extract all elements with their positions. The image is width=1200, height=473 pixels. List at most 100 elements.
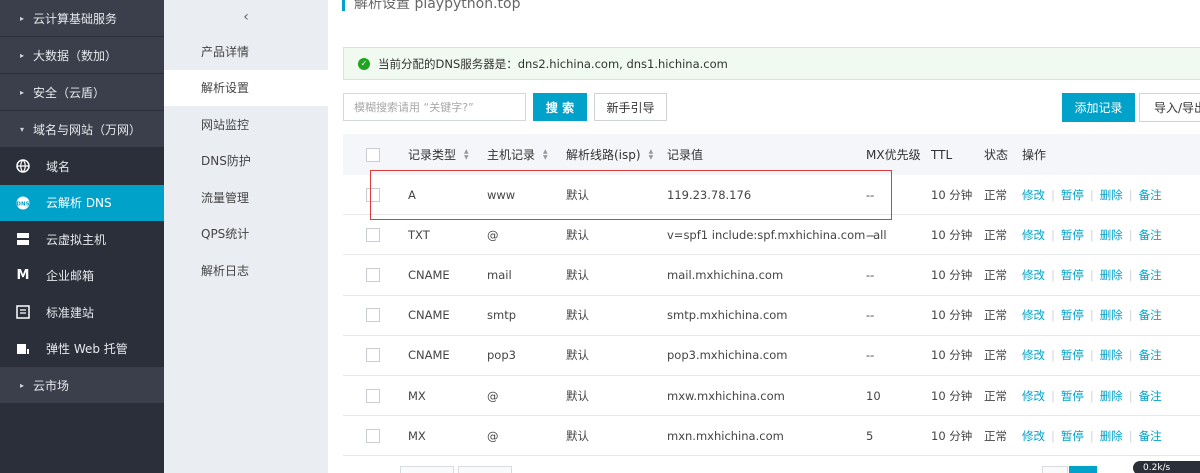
pagination-current[interactable] xyxy=(1069,466,1097,473)
pause-link[interactable]: 暂停 xyxy=(1061,307,1084,323)
delete-link[interactable]: 删除 xyxy=(1100,428,1123,444)
edit-link[interactable]: 修改 xyxy=(1022,307,1045,323)
delete-link[interactable]: 删除 xyxy=(1100,227,1123,243)
sidebar-item-6[interactable]: 云虚拟主机 xyxy=(0,221,164,258)
note-link[interactable]: 备注 xyxy=(1139,187,1162,203)
cell-ttl: 10 分钟 xyxy=(931,428,973,443)
add-record-button[interactable]: 添加记录 xyxy=(1062,93,1135,122)
row-checkbox[interactable] xyxy=(366,376,380,415)
delete-link[interactable]: 删除 xyxy=(1100,267,1123,283)
edit-link[interactable]: 修改 xyxy=(1022,388,1045,404)
sidebar-item-1[interactable]: ▸ 大数据（数加） xyxy=(0,37,164,74)
status-badge: 正常 xyxy=(984,348,1007,363)
edit-link[interactable]: 修改 xyxy=(1022,227,1045,243)
pagination-control[interactable] xyxy=(1042,466,1068,473)
subnav-item-4[interactable]: 流量管理 xyxy=(164,179,328,216)
pause-link[interactable]: 暂停 xyxy=(1061,187,1084,203)
subnav-item-5[interactable]: QPS统计 xyxy=(164,216,328,253)
subnav-item-1[interactable]: 解析设置 xyxy=(164,69,328,106)
pause-link[interactable]: 暂停 xyxy=(1061,388,1084,404)
note-link[interactable]: 备注 xyxy=(1139,428,1162,444)
delete-link[interactable]: 删除 xyxy=(1100,388,1123,404)
cell-ttl: 10 分钟 xyxy=(931,227,973,242)
globe-icon xyxy=(16,159,30,173)
cell-host: @ xyxy=(487,227,499,242)
row-checkbox[interactable] xyxy=(366,296,380,335)
pause-link[interactable]: 暂停 xyxy=(1061,428,1084,444)
highlight-box xyxy=(370,170,892,220)
divider: | xyxy=(1128,348,1133,363)
note-link[interactable]: 备注 xyxy=(1139,347,1162,363)
search-button[interactable]: 搜 索 xyxy=(533,93,587,121)
cell-line: 默认 xyxy=(566,388,589,403)
col-host[interactable]: 主机记录 ▲ ▼ xyxy=(487,134,548,175)
import-export-button[interactable]: 导入/导出 xyxy=(1139,93,1200,122)
table-row: TXT @ 默认 v=spf1 include:spf.mxhichina.com -… xyxy=(343,215,1200,256)
subnav-item-6[interactable]: 解析日志 xyxy=(164,252,328,289)
cell-value: pop3.mxhichina.com xyxy=(667,348,788,363)
col-line[interactable]: 解析线路(isp) ▲ ▼ xyxy=(566,134,653,175)
sidebar-item-7[interactable]: M 企业邮箱 xyxy=(0,258,164,295)
dns-icon: DNS xyxy=(16,196,30,210)
sidebar-item-3[interactable]: ▾ 域名与网站（万网） xyxy=(0,111,164,148)
table-row: CNAME mail 默认 mail.mxhichina.com -- 10 分钟 正常 修改… xyxy=(343,255,1200,296)
cell-ttl: 10 分钟 xyxy=(931,388,973,403)
collapse-button[interactable]: ‹ xyxy=(164,0,328,33)
subnav-item-3[interactable]: DNS防护 xyxy=(164,143,328,180)
dns-subnav: ‹ 产品详情 解析设置 网站监控 DNS防护 流量管理 QPS统计 解析日志 xyxy=(164,0,328,473)
delete-link[interactable]: 删除 xyxy=(1100,347,1123,363)
row-checkbox[interactable] xyxy=(366,215,380,254)
delete-link[interactable]: 删除 xyxy=(1100,307,1123,323)
cell-line: 默认 xyxy=(566,308,589,323)
edit-link[interactable]: 修改 xyxy=(1022,187,1045,203)
row-actions: 修改 | 暂停 | 删除 | 备注 xyxy=(1022,255,1162,294)
divider: | xyxy=(1051,308,1055,323)
note-link[interactable]: 备注 xyxy=(1139,388,1162,404)
pagination-control[interactable] xyxy=(400,466,454,473)
search-input[interactable] xyxy=(343,93,526,121)
sidebar-item-5[interactable]: DNS 云解析 DNS xyxy=(0,184,164,221)
sidebar-item-10[interactable]: ▸ 云市场 xyxy=(0,367,164,404)
row-checkbox[interactable] xyxy=(366,336,380,375)
cell-host: @ xyxy=(487,388,499,403)
cell-type: CNAME xyxy=(408,308,450,323)
cell-value: mxw.mxhichina.com xyxy=(667,388,785,403)
status-badge: 正常 xyxy=(984,428,1007,443)
row-checkbox[interactable] xyxy=(366,255,380,294)
pause-link[interactable]: 暂停 xyxy=(1061,227,1084,243)
row-checkbox[interactable] xyxy=(366,416,380,455)
subnav-item-0[interactable]: 产品详情 xyxy=(164,33,328,70)
site-icon xyxy=(16,305,30,319)
title-accent-bar xyxy=(342,0,345,11)
subnav-item-2[interactable]: 网站监控 xyxy=(164,106,328,143)
edit-link[interactable]: 修改 xyxy=(1022,347,1045,363)
hosting-icon xyxy=(16,342,30,356)
sidebar-item-8[interactable]: 标准建站 xyxy=(0,294,164,331)
col-type[interactable]: 记录类型 ▲ ▼ xyxy=(408,134,469,175)
row-actions: 修改 | 暂停 | 删除 | 备注 xyxy=(1022,215,1162,254)
pause-link[interactable]: 暂停 xyxy=(1061,267,1084,283)
divider: | xyxy=(1051,388,1055,403)
divider: | xyxy=(1089,187,1094,202)
sidebar-item-0[interactable]: ▸ 云计算基础服务 xyxy=(0,0,164,37)
divider: | xyxy=(1089,348,1094,363)
note-link[interactable]: 备注 xyxy=(1139,307,1162,323)
divider: | xyxy=(1128,227,1133,242)
sidebar-item-4[interactable]: 域名 xyxy=(0,148,164,185)
sidebar-item-9[interactable]: 弹性 Web 托管 xyxy=(0,331,164,368)
cell-mx: 5 xyxy=(866,428,874,443)
table-row: CNAME pop3 默认 pop3.mxhichina.com -- 10 分钟 正常 修改… xyxy=(343,336,1200,376)
sidebar-item-2[interactable]: ▸ 安全（云盾） xyxy=(0,74,164,111)
select-all-checkbox[interactable] xyxy=(366,134,380,175)
page-title: 解析设置 playpython.top xyxy=(354,0,521,12)
row-actions: 修改 | 暂停 | 删除 | 备注 xyxy=(1022,336,1162,375)
note-link[interactable]: 备注 xyxy=(1139,227,1162,243)
guide-button[interactable]: 新手引导 xyxy=(594,93,667,121)
delete-link[interactable]: 删除 xyxy=(1100,187,1123,203)
edit-link[interactable]: 修改 xyxy=(1022,428,1045,444)
divider: | xyxy=(1089,227,1094,242)
edit-link[interactable]: 修改 xyxy=(1022,267,1045,283)
pagination-control[interactable] xyxy=(458,466,512,473)
note-link[interactable]: 备注 xyxy=(1139,267,1162,283)
pause-link[interactable]: 暂停 xyxy=(1061,347,1084,363)
